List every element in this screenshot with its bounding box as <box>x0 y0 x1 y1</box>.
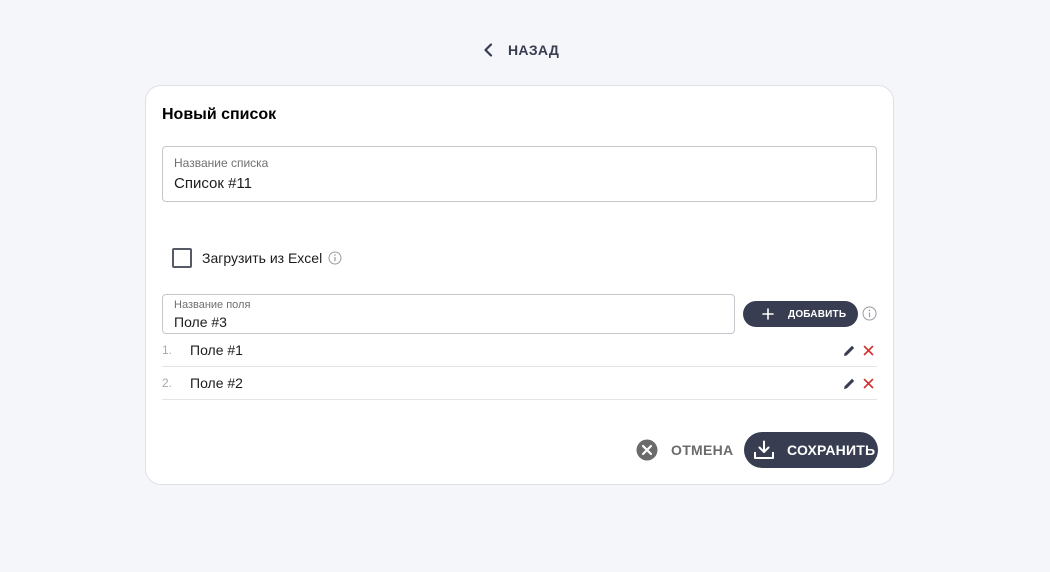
field-number: 1. <box>162 343 173 357</box>
add-field-label: ДОБАВИТЬ <box>788 308 847 320</box>
new-list-card: Новый список Название списка Загрузить и… <box>145 85 894 485</box>
cancel-label: ОТМЕНА <box>671 442 734 458</box>
field-name: Поле #1 <box>190 342 243 358</box>
excel-upload-option: Загрузить из Excel <box>172 248 342 268</box>
close-icon[interactable] <box>863 345 874 356</box>
cancel-button[interactable]: ОТМЕНА <box>636 439 733 461</box>
page-title: Новый список <box>162 106 277 123</box>
field-name-input[interactable] <box>174 313 724 330</box>
pencil-icon[interactable] <box>843 377 856 390</box>
add-field-button[interactable]: ДОБАВИТЬ <box>743 301 858 327</box>
field-name: Поле #2 <box>190 375 243 391</box>
field-name-label: Название поля <box>174 299 251 311</box>
list-name-label: Название списка <box>174 156 269 170</box>
field-list: 1. Поле #1 2. Поле #2 <box>162 334 877 400</box>
download-icon <box>754 440 774 459</box>
list-item: 1. Поле #1 <box>162 334 877 367</box>
cancel-circle-icon <box>636 439 658 461</box>
save-button[interactable]: СОХРАНИТЬ <box>744 432 878 468</box>
back-label: НАЗАД <box>508 42 560 58</box>
save-label: СОХРАНИТЬ <box>787 442 876 458</box>
close-icon[interactable] <box>863 378 874 389</box>
pencil-icon[interactable] <box>843 344 856 357</box>
back-link[interactable]: НАЗАД <box>482 39 559 61</box>
plus-icon <box>762 308 774 320</box>
info-icon[interactable] <box>862 306 877 321</box>
chevron-left-icon <box>484 43 493 57</box>
list-item: 2. Поле #2 <box>162 367 877 400</box>
excel-checkbox[interactable] <box>172 248 192 268</box>
list-name-input[interactable] <box>174 174 864 192</box>
field-name-field[interactable]: Название поля <box>162 294 735 334</box>
field-number: 2. <box>162 376 173 390</box>
excel-label: Загрузить из Excel <box>202 250 323 266</box>
info-icon[interactable] <box>328 251 342 265</box>
list-name-field[interactable]: Название списка <box>162 146 877 202</box>
